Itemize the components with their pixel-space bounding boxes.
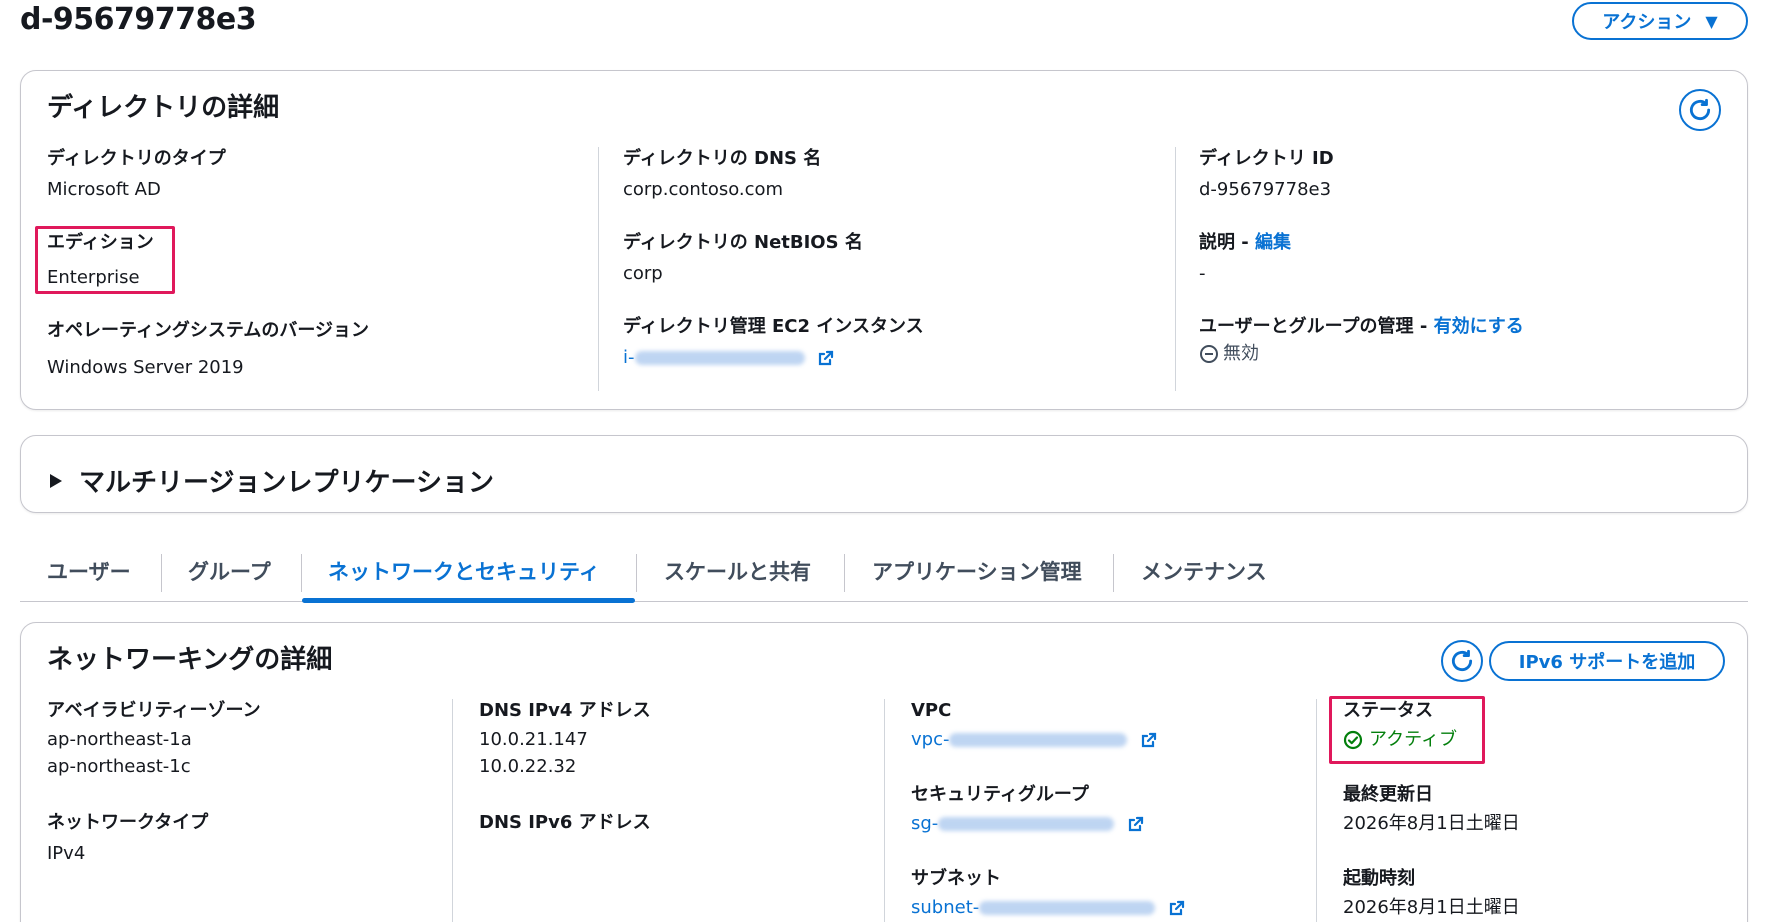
dns-name-value: corp.contoso.com: [623, 179, 784, 200]
launch-time-label: 起動時刻: [1343, 868, 1415, 889]
directory-col-2: ディレクトリの DNS 名 corp.contoso.com ディレクトリの N…: [623, 147, 1183, 387]
column-divider: [884, 699, 885, 922]
user-group-status-text: 無効: [1223, 343, 1259, 364]
actions-button[interactable]: アクション ▼: [1572, 2, 1748, 40]
tab-maintenance[interactable]: メンテナンス: [1141, 540, 1267, 602]
tab-users[interactable]: ユーザー: [47, 540, 131, 602]
directory-details-panel: ディレクトリの詳細 ディレクトリのタイプ Microsoft AD エディション…: [20, 70, 1748, 410]
disabled-icon: [1200, 345, 1218, 363]
directory-id-value: d-95679778e3: [1199, 179, 1332, 200]
multi-region-header[interactable]: マルチリージョンレプリケーション: [49, 462, 494, 499]
user-group-label-text: ユーザーとグループの管理 -: [1199, 316, 1434, 337]
redacted-id: [979, 901, 1156, 915]
column-divider: [1175, 147, 1176, 391]
tab-separator: [844, 554, 845, 592]
ec2-instance-prefix: i-: [623, 347, 635, 368]
dns-ipv4-label: DNS IPv4 アドレス: [479, 700, 651, 721]
vpc-label: VPC: [911, 700, 952, 721]
networking-col-1: アベイラビリティーゾーン ap-northeast-1a ap-northeas…: [47, 699, 447, 922]
caret-down-icon: ▼: [1705, 11, 1718, 31]
tab-separator: [161, 554, 162, 592]
active-tab-indicator: [302, 598, 635, 603]
os-version-value: Windows Server 2019: [47, 357, 244, 378]
tab-separator: [1113, 554, 1114, 592]
refresh-icon: [1689, 98, 1711, 121]
user-group-status: 無効: [1199, 341, 1524, 367]
network-type-label: ネットワークタイプ: [47, 812, 209, 833]
netbios-label: ディレクトリの NetBIOS 名: [623, 232, 863, 253]
directory-type-label: ディレクトリのタイプ: [47, 148, 226, 169]
refresh-icon: [1451, 649, 1473, 672]
column-divider: [1316, 699, 1317, 922]
redacted-id: [634, 351, 805, 365]
dns-ipv4-value-1: 10.0.21.147: [479, 729, 588, 750]
detail-tabs: ユーザー グループ ネットワークとセキュリティ スケールと共有 アプリケーション…: [20, 540, 1748, 603]
external-link-icon: [1169, 900, 1185, 916]
subnet-link[interactable]: subnet-: [911, 895, 1185, 921]
directory-type-value: Microsoft AD: [47, 179, 161, 200]
external-link-icon: [1142, 732, 1157, 748]
subnet-prefix: subnet-: [911, 897, 980, 918]
actions-label: アクション: [1602, 12, 1692, 33]
description-label-text: 説明 -: [1199, 232, 1256, 253]
networking-details-title: ネットワーキングの詳細: [47, 645, 333, 675]
os-version-label: オペレーティングシステムのバージョン: [47, 320, 370, 341]
availability-zone-1: ap-northeast-1a: [47, 729, 192, 750]
networking-col-2: DNS IPv4 アドレス 10.0.21.147 10.0.22.32 DNS…: [479, 699, 879, 922]
networking-col-3: VPC vpc- セキュリティグループ sg- サブネット subnet-: [911, 699, 1311, 922]
netbios-value: corp: [623, 263, 663, 284]
column-divider: [452, 699, 453, 922]
refresh-directory-button[interactable]: [1679, 89, 1721, 131]
security-group-link[interactable]: sg-: [911, 811, 1144, 837]
add-ipv6-support-button[interactable]: IPv6 サポートを追加: [1489, 641, 1725, 681]
description-edit-link[interactable]: 編集: [1255, 232, 1291, 253]
dns-ipv4-value-2: 10.0.22.32: [479, 756, 577, 777]
page-header: d-95679778e3 アクション ▼: [20, 0, 1748, 44]
directory-id-label: ディレクトリ ID: [1199, 148, 1334, 169]
sg-prefix: sg-: [911, 813, 939, 834]
refresh-networking-button[interactable]: [1441, 640, 1483, 682]
tab-network-security[interactable]: ネットワークとセキュリティ: [328, 540, 600, 602]
ec2-instance-link[interactable]: i-: [623, 345, 924, 371]
networking-details-panel: ネットワーキングの詳細 IPv6 サポートを追加 アベイラビリティーゾーン ap…: [20, 622, 1748, 922]
user-group-mgmt-label: ユーザーとグループの管理 - 有効にする: [1199, 315, 1524, 339]
tab-separator: [301, 554, 302, 592]
ec2-instance-label: ディレクトリ管理 EC2 インスタンス: [623, 316, 924, 337]
security-group-label: セキュリティグループ: [911, 784, 1089, 805]
page-title: d-95679778e3: [20, 2, 257, 37]
tab-scale-share[interactable]: スケールと共有: [664, 540, 811, 602]
multi-region-title: マルチリージョンレプリケーション: [79, 468, 494, 498]
tab-app-management[interactable]: アプリケーション管理: [872, 540, 1082, 602]
tab-groups[interactable]: グループ: [188, 540, 271, 602]
last-updated-label: 最終更新日: [1343, 784, 1433, 805]
directory-col-3: ディレクトリ ID d-95679778e3 説明 - 編集 - ユーザーとグル…: [1199, 147, 1719, 387]
directory-details-title: ディレクトリの詳細: [47, 93, 280, 123]
availability-zone-2: ap-northeast-1c: [47, 756, 191, 777]
vpc-link[interactable]: vpc-: [911, 727, 1157, 753]
external-link-icon: [1128, 816, 1144, 832]
enable-user-group-link[interactable]: 有効にする: [1434, 316, 1524, 337]
caret-right-icon: [50, 473, 62, 488]
subnet-label: サブネット: [911, 868, 1001, 889]
tab-separator: [636, 554, 637, 592]
vpc-prefix: vpc-: [911, 729, 950, 750]
description-label: 説明 - 編集: [1199, 231, 1291, 255]
column-divider: [598, 147, 599, 391]
dns-name-label: ディレクトリの DNS 名: [623, 148, 822, 169]
external-link-icon: [819, 350, 834, 366]
network-type-value: IPv4: [47, 843, 86, 864]
multi-region-panel[interactable]: マルチリージョンレプリケーション: [20, 435, 1748, 513]
edition-highlight: [35, 226, 175, 294]
availability-zone-label: アベイラビリティーゾーン: [47, 700, 261, 721]
dns-ipv6-label: DNS IPv6 アドレス: [479, 812, 651, 833]
last-updated-value: 2026年8月1日土曜日: [1343, 813, 1520, 834]
redacted-id: [938, 817, 1115, 831]
status-highlight: [1329, 696, 1485, 764]
launch-time-value: 2026年8月1日土曜日: [1343, 897, 1520, 918]
redacted-id: [949, 733, 1128, 747]
description-value: -: [1199, 263, 1206, 284]
